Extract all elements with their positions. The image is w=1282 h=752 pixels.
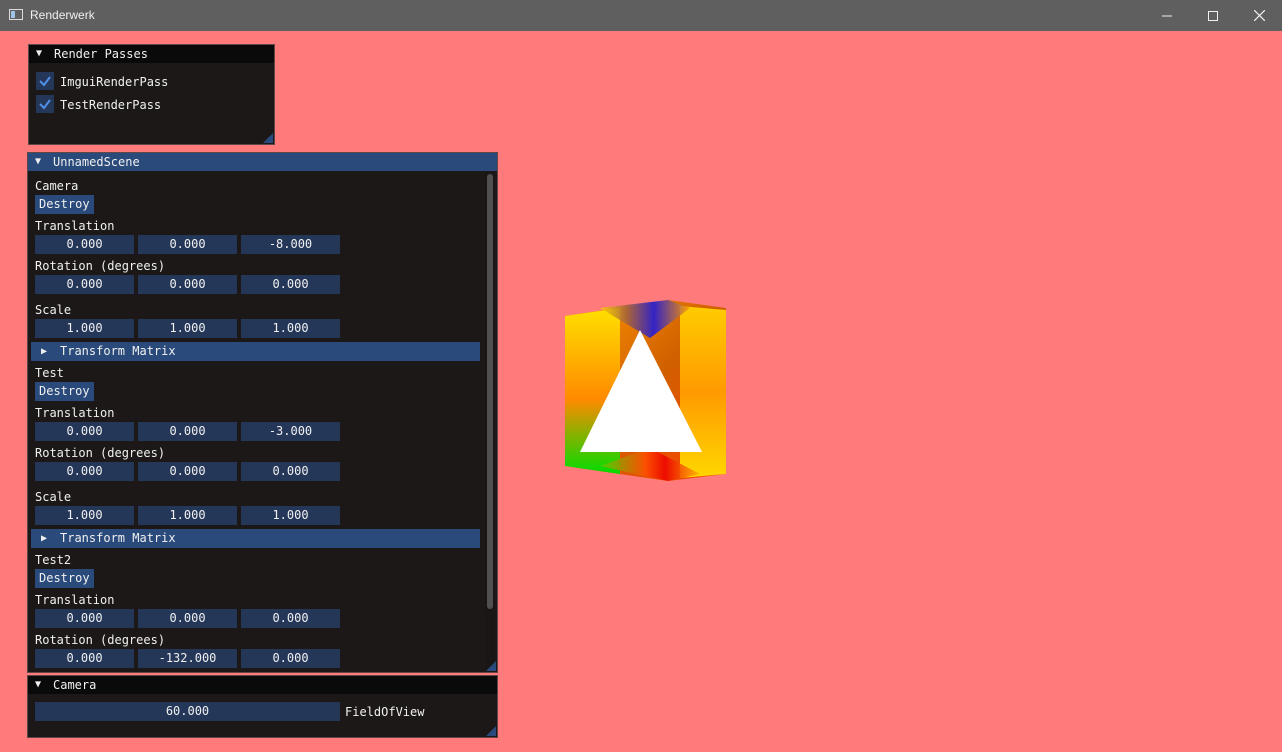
rotation-y-field[interactable]: 0.000 [138,275,237,294]
collapse-arrow-icon[interactable]: ▼ [35,153,41,171]
fov-value: 60.000 [165,704,210,718]
scrollbar-thumb[interactable] [487,174,493,609]
rendered-cube [565,300,726,481]
imgui-render-pass-checkbox[interactable] [36,72,54,90]
translation-label: Translation [35,406,115,420]
scale-label: Scale [35,303,72,317]
test-render-pass-checkbox[interactable] [36,95,54,113]
destroy-button[interactable]: Destroy [35,195,94,214]
field-of-view-input[interactable]: 60.000 [35,702,340,721]
imgui-render-pass-label: ImguiRenderPass [60,75,169,89]
transform-matrix-tree-node[interactable]: ▶ Transform Matrix [31,529,480,548]
entity-name: Test [35,366,64,380]
camera-panel: ▼ Camera 60.000 FieldOfView [27,675,498,738]
rotation-x-field[interactable]: 0.000 [35,275,134,294]
maximize-button[interactable] [1190,0,1236,31]
maximize-icon [1208,10,1218,21]
scale-label: Scale [35,490,72,504]
scene-header[interactable]: ▼ UnnamedScene [28,153,497,171]
close-button[interactable] [1236,0,1282,31]
scale-x-field[interactable]: 1.000 [35,506,134,525]
translation-y-field[interactable]: 0.000 [138,422,237,441]
checkmark-icon [39,76,51,87]
rotation-label: Rotation (degrees) [35,446,166,460]
rotation-z-field[interactable]: 0.000 [241,275,340,294]
scene-panel: ▼ UnnamedScene Camera Destroy Translatio… [27,152,498,673]
camera-header[interactable]: ▼ Camera [28,676,497,694]
scene-title: UnnamedScene [53,155,140,169]
scale-y-field[interactable]: 1.000 [138,506,237,525]
checkmark-icon [39,99,51,110]
translation-z-field[interactable]: -8.000 [241,235,340,254]
resize-grip[interactable] [486,726,496,736]
collapse-arrow-icon[interactable]: ▼ [35,676,41,694]
render-passes-panel: ▼ Render Passes ImguiRenderPass TestRend… [28,44,275,145]
render-passes-header[interactable]: ▼ Render Passes [29,45,274,63]
window-titlebar: Renderwerk [0,0,1282,31]
window-title: Renderwerk [30,8,95,22]
transform-matrix-label: Transform Matrix [60,531,176,545]
rotation-y-field[interactable]: -132.000 [138,649,237,668]
rotation-x-field[interactable]: 0.000 [35,649,134,668]
collapse-arrow-icon[interactable]: ▼ [36,45,42,63]
rotation-label: Rotation (degrees) [35,633,166,647]
scene-scrollbar[interactable] [485,172,495,670]
entity-name: Test2 [35,553,72,567]
rotation-y-field[interactable]: 0.000 [138,462,237,481]
expand-arrow-icon: ▶ [41,533,48,544]
translation-y-field[interactable]: 0.000 [138,235,237,254]
translation-x-field[interactable]: 0.000 [35,609,134,628]
close-icon [1253,10,1265,21]
translation-z-field[interactable]: 0.000 [241,609,340,628]
resize-grip[interactable] [263,133,273,143]
render-passes-title: Render Passes [54,47,148,61]
rotation-x-field[interactable]: 0.000 [35,462,134,481]
scale-z-field[interactable]: 1.000 [241,319,340,338]
resize-grip[interactable] [486,661,496,671]
camera-title: Camera [53,678,97,692]
app-icon [9,9,23,20]
translation-z-field[interactable]: -3.000 [241,422,340,441]
scale-y-field[interactable]: 1.000 [138,319,237,338]
expand-arrow-icon: ▶ [41,346,48,357]
translation-label: Translation [35,593,115,607]
test-render-pass-label: TestRenderPass [60,98,162,112]
destroy-button[interactable]: Destroy [35,569,94,588]
rotation-label: Rotation (degrees) [35,259,166,273]
transform-matrix-label: Transform Matrix [60,344,176,358]
scale-z-field[interactable]: 1.000 [241,506,340,525]
transform-matrix-tree-node[interactable]: ▶ Transform Matrix [31,342,480,361]
destroy-button[interactable]: Destroy [35,382,94,401]
rotation-z-field[interactable]: 0.000 [241,462,340,481]
translation-label: Translation [35,219,115,233]
translation-y-field[interactable]: 0.000 [138,609,237,628]
translation-x-field[interactable]: 0.000 [35,422,134,441]
entity-name: Camera [35,179,79,193]
minimize-icon [1162,15,1172,16]
minimize-button[interactable] [1144,0,1190,31]
translation-x-field[interactable]: 0.000 [35,235,134,254]
cube-face [680,306,726,478]
field-of-view-label: FieldOfView [345,705,425,719]
scale-x-field[interactable]: 1.000 [35,319,134,338]
rotation-z-field[interactable]: 0.000 [241,649,340,668]
